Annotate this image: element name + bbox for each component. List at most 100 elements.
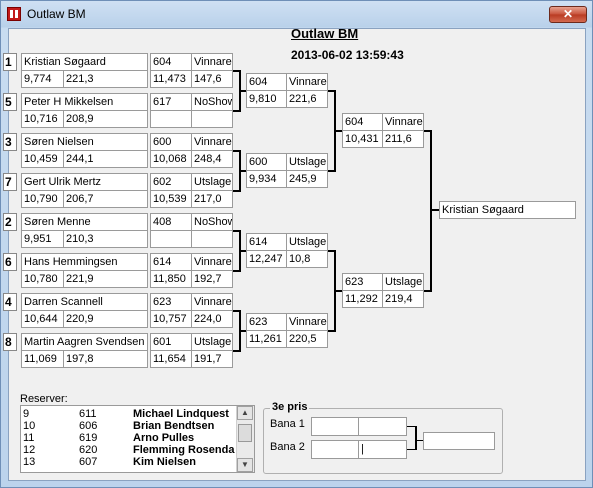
reserve-row[interactable]: 9 611 Michael Lindquest <box>21 408 241 420</box>
race-speed[interactable]: 248,4 <box>191 150 233 168</box>
player-qual-speed[interactable]: 244,1 <box>63 150 148 168</box>
race-speed[interactable]: 147,6 <box>191 70 233 88</box>
car-number[interactable]: 617 <box>150 93 192 111</box>
player-qual-speed[interactable]: 208,9 <box>63 110 148 128</box>
race-speed[interactable]: 211,6 <box>382 130 424 148</box>
player-qual-time[interactable]: 10,644 <box>21 310 64 328</box>
player-name[interactable]: Peter H Mikkelsen <box>21 93 148 111</box>
scroll-up-icon[interactable]: ▲ <box>237 406 253 420</box>
race-speed[interactable]: 191,7 <box>191 350 233 368</box>
player-qual-speed[interactable]: 197,8 <box>63 350 148 368</box>
car-number[interactable]: 623 <box>150 293 192 311</box>
car-number[interactable]: 604 <box>150 53 192 71</box>
player-qual-speed[interactable]: 221,9 <box>63 270 148 288</box>
race-speed[interactable]: 245,9 <box>286 170 328 188</box>
player-name[interactable]: Martin Aagren Svendsen <box>21 333 148 351</box>
winner-name[interactable]: Kristian Søgaard <box>439 201 576 219</box>
race-speed[interactable]: 221,6 <box>286 90 328 108</box>
race-speed[interactable]: 224,0 <box>191 310 233 328</box>
race-status[interactable]: Vinnare <box>286 313 328 331</box>
race-time[interactable]: 10,068 <box>150 150 192 168</box>
player-name[interactable]: Darren Scannell <box>21 293 148 311</box>
car-number[interactable]: 604 <box>246 73 287 91</box>
race-status[interactable]: Vinnare <box>286 73 328 91</box>
car-number[interactable]: 623 <box>342 273 383 291</box>
third-prize-winner[interactable] <box>423 432 495 450</box>
bana2-time[interactable] <box>311 440 359 459</box>
player-qual-speed[interactable]: 206,7 <box>63 190 148 208</box>
player-qual-time[interactable]: 9,774 <box>21 70 64 88</box>
player-qual-time[interactable]: 10,716 <box>21 110 64 128</box>
race-time[interactable]: 9,810 <box>246 90 287 108</box>
player-qual-speed[interactable]: 220,9 <box>63 310 148 328</box>
car-number[interactable]: 600 <box>246 153 287 171</box>
title-bar[interactable]: Outlaw BM ✕ <box>1 1 593 28</box>
player-qual-speed[interactable]: 210,3 <box>63 230 148 248</box>
player-name[interactable]: Kristian Søgaard <box>21 53 148 71</box>
car-number[interactable]: 602 <box>150 173 192 191</box>
race-time[interactable]: 10,539 <box>150 190 192 208</box>
reserve-row[interactable]: 11 619 Arno Pulles <box>21 432 241 444</box>
player-name[interactable]: Søren Menne <box>21 213 148 231</box>
car-number[interactable]: 601 <box>150 333 192 351</box>
bana2-result[interactable]: | <box>358 440 407 459</box>
car-number[interactable]: 614 <box>246 233 287 251</box>
reserve-row[interactable]: 13 607 Kim Nielsen <box>21 456 241 468</box>
race-time[interactable]: 11,292 <box>342 290 383 308</box>
race-status[interactable]: Vinnare <box>191 293 233 311</box>
race-status[interactable]: Vinnare <box>382 113 424 131</box>
race-speed[interactable]: 217,0 <box>191 190 233 208</box>
race-time[interactable]: 10,431 <box>342 130 383 148</box>
race-time[interactable]: 11,850 <box>150 270 192 288</box>
player-name[interactable]: Søren Nielsen <box>21 133 148 151</box>
race-status[interactable]: Utslagen <box>382 273 424 291</box>
race-time[interactable] <box>150 110 192 128</box>
race-status[interactable]: Vinnare <box>191 133 233 151</box>
race-status[interactable]: NoShow <box>191 213 233 231</box>
player-qual-time[interactable]: 10,459 <box>21 150 64 168</box>
close-button[interactable]: ✕ <box>549 6 587 23</box>
race-time[interactable]: 9,934 <box>246 170 287 188</box>
race-time[interactable]: 10,757 <box>150 310 192 328</box>
race-time[interactable]: 11,473 <box>150 70 192 88</box>
reserves-scrollbar[interactable]: ▲ ▼ <box>236 406 254 472</box>
seed-number: 8 <box>3 333 17 351</box>
car-number[interactable]: 408 <box>150 213 192 231</box>
race-time[interactable] <box>150 230 192 248</box>
scroll-thumb[interactable] <box>238 424 252 442</box>
race-status[interactable]: Vinnare <box>191 253 233 271</box>
car-number[interactable]: 614 <box>150 253 192 271</box>
car-number[interactable]: 600 <box>150 133 192 151</box>
reserves-list[interactable]: 9 611 Michael Lindquest 10 606 Brian Bendtsen… <box>20 405 255 473</box>
race-speed[interactable] <box>191 110 233 128</box>
race-speed[interactable]: 219,4 <box>382 290 424 308</box>
race-status[interactable]: Utslagen <box>191 333 233 351</box>
player-qual-speed[interactable]: 221,3 <box>63 70 148 88</box>
race-time[interactable]: 11,654 <box>150 350 192 368</box>
race-speed[interactable]: 10,8 <box>286 250 328 268</box>
race-status[interactable]: Utslagen <box>191 173 233 191</box>
player-name[interactable]: Hans Hemmingsen <box>21 253 148 271</box>
race-speed[interactable]: 192,7 <box>191 270 233 288</box>
car-number[interactable]: 623 <box>246 313 287 331</box>
race-speed[interactable]: 220,5 <box>286 330 328 348</box>
scroll-down-icon[interactable]: ▼ <box>237 458 253 472</box>
race-speed[interactable] <box>191 230 233 248</box>
race-status[interactable]: Vinnare <box>191 53 233 71</box>
bana1-result[interactable] <box>358 417 407 436</box>
car-number[interactable]: 604 <box>342 113 383 131</box>
player-qual-time[interactable]: 10,780 <box>21 270 64 288</box>
bana1-time[interactable] <box>311 417 359 436</box>
race-status[interactable]: Utslagen <box>286 153 328 171</box>
player-qual-time[interactable]: 9,951 <box>21 230 64 248</box>
player-qual-time[interactable]: 11,069 <box>21 350 64 368</box>
race-time[interactable]: 11,261 <box>246 330 287 348</box>
third-prize-connector <box>415 440 423 441</box>
player-qual-time[interactable]: 10,790 <box>21 190 64 208</box>
race-status[interactable]: Utslagen <box>286 233 328 251</box>
player-name[interactable]: Gert Ulrik Mertz <box>21 173 148 191</box>
race-status[interactable]: NoShow <box>191 93 233 111</box>
reserve-row[interactable]: 12 620 Flemming Rosenda <box>21 444 241 456</box>
race-time[interactable]: 12,247 <box>246 250 287 268</box>
reserve-row[interactable]: 10 606 Brian Bendtsen <box>21 420 241 432</box>
